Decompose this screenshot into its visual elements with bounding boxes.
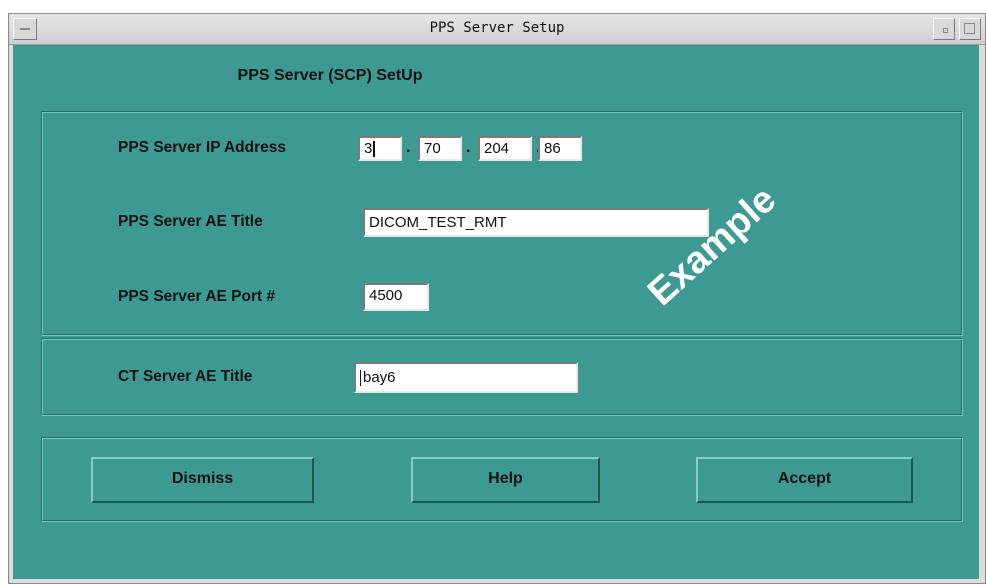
ip-octet-3-field[interactable]: 204 — [478, 136, 532, 161]
ip-separator: . — [466, 139, 471, 156]
dialog-heading: PPS Server (SCP) SetUp — [237, 67, 423, 84]
minimize-button[interactable] — [933, 18, 955, 40]
ip-octet-4-field[interactable]: 86 — [538, 136, 582, 161]
ip-octet-2-field[interactable]: 70 — [418, 136, 462, 161]
ct-title-label: CT Server AE Title — [118, 368, 253, 385]
dialog-body: PPS Server (SCP) SetUp PPS Server IP Add… — [13, 45, 979, 579]
help-button[interactable]: Help — [411, 457, 600, 503]
maximize-icon — [964, 23, 975, 34]
window-title: PPS Server Setup — [429, 20, 565, 36]
ip-octet-1-value: 3 — [364, 140, 373, 157]
maximize-button[interactable] — [959, 18, 981, 40]
title-bar[interactable]: PPS Server Setup — [9, 14, 985, 45]
ct-title-field[interactable]: bay6 — [354, 362, 578, 393]
accept-button[interactable]: Accept — [696, 457, 913, 503]
text-cursor — [360, 370, 361, 387]
ae-title-label: PPS Server AE Title — [118, 213, 263, 230]
ip-separator: . — [406, 139, 411, 156]
ae-port-field[interactable]: 4500 — [363, 283, 429, 311]
ip-address-label: PPS Server IP Address — [118, 139, 287, 156]
ae-title-field[interactable]: DICOM_TEST_RMT — [363, 208, 709, 237]
dismiss-button[interactable]: Dismiss — [91, 457, 314, 503]
minimize-icon — [943, 28, 948, 33]
dialog-window: PPS Server Setup PPS Server (SCP) SetUp … — [8, 13, 986, 584]
text-cursor — [373, 141, 376, 158]
ct-title-value: bay6 — [363, 369, 396, 386]
ip-octet-1-field[interactable]: 3 — [358, 136, 402, 161]
ae-port-label: PPS Server AE Port # — [118, 288, 276, 305]
